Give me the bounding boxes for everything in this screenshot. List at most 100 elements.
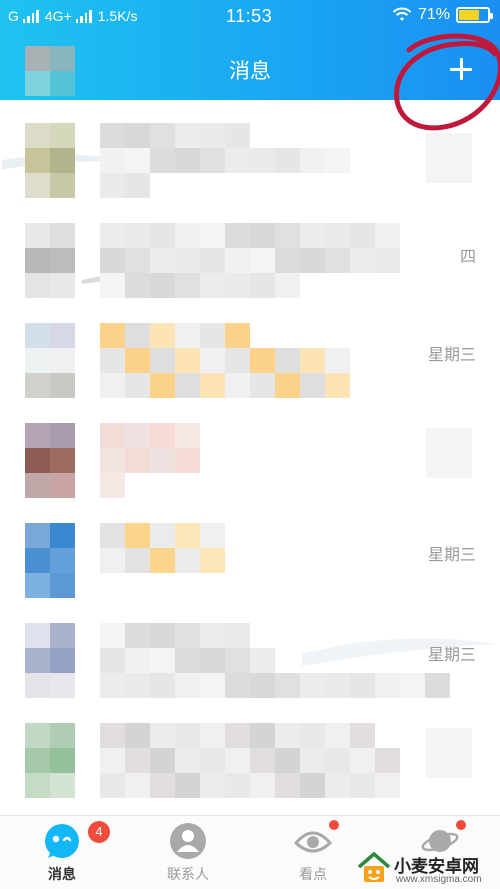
message-time: 四 xyxy=(459,249,476,266)
mosaic-cell xyxy=(150,148,175,173)
mosaic-cell xyxy=(100,473,125,498)
avatar-pixel xyxy=(25,423,50,448)
mosaic-cell xyxy=(325,348,350,373)
blurred-timestamp xyxy=(426,728,472,778)
mosaic-cell xyxy=(125,623,150,648)
mosaic-cell xyxy=(200,648,225,673)
conversation-row[interactable] xyxy=(0,723,500,815)
mosaic-cell xyxy=(350,248,375,273)
mosaic-cell xyxy=(225,623,250,648)
mosaic-cell xyxy=(225,123,250,148)
blurred-text-line xyxy=(100,673,450,698)
mosaic-cell xyxy=(125,323,150,348)
mosaic-cell xyxy=(375,673,400,698)
avatar-pixel xyxy=(25,323,50,348)
mosaic-cell xyxy=(125,673,150,698)
message-list[interactable]: 四星期三 星期三 星期三 xyxy=(0,100,500,815)
mosaic-cell xyxy=(225,648,250,673)
mosaic-cell xyxy=(200,223,225,248)
mosaic-cell xyxy=(300,773,325,798)
conversation-row[interactable]: 星期三 xyxy=(0,523,500,623)
avatar-pixel xyxy=(25,623,50,648)
mosaic-cell xyxy=(175,623,200,648)
mosaic-cell xyxy=(300,748,325,773)
mosaic-cell xyxy=(125,773,150,798)
battery-percent: 71% xyxy=(417,6,450,23)
mosaic-cell xyxy=(225,348,250,373)
mosaic-cell xyxy=(300,223,325,248)
mosaic-cell xyxy=(275,148,300,173)
blurred-text-line xyxy=(100,173,150,198)
battery-level-fill xyxy=(459,10,479,20)
conversation-row[interactable]: 星期三 xyxy=(0,623,500,723)
avatar-pixel xyxy=(25,173,50,198)
avatar-pixel xyxy=(25,223,50,248)
mosaic-cell xyxy=(325,673,350,698)
house-logo-icon xyxy=(357,852,391,882)
mosaic-cell xyxy=(100,748,125,773)
mosaic-cell xyxy=(125,523,150,548)
mosaic-cell xyxy=(300,673,325,698)
tab-contacts[interactable]: 联系人 xyxy=(138,816,238,889)
status-left: G 4G+ 1.5K/s xyxy=(8,8,137,24)
blurred-text-line xyxy=(100,548,225,573)
mosaic-cell xyxy=(100,248,125,273)
mosaic-cell xyxy=(125,148,150,173)
mosaic-cell xyxy=(175,123,200,148)
mosaic-cell xyxy=(175,373,200,398)
blurred-text-line xyxy=(100,773,400,798)
mosaic-cell xyxy=(250,723,275,748)
avatar-pixel xyxy=(25,773,50,798)
mosaic-cell xyxy=(275,348,300,373)
mosaic-cell xyxy=(175,248,200,273)
blurred-text-line xyxy=(100,223,400,248)
mosaic-cell xyxy=(350,673,375,698)
avatar-pixel xyxy=(50,448,75,473)
avatar-pixel xyxy=(50,723,75,748)
mosaic-cell xyxy=(175,523,200,548)
mosaic-cell xyxy=(150,523,175,548)
mosaic-cell xyxy=(175,323,200,348)
mosaic-cell xyxy=(200,773,225,798)
mosaic-cell xyxy=(175,723,200,748)
avatar-pixel xyxy=(25,648,50,673)
blurred-text-line xyxy=(100,123,250,148)
avatar-pixel xyxy=(25,248,50,273)
mosaic-cell xyxy=(100,373,125,398)
mosaic-cell xyxy=(350,223,375,248)
plus-icon[interactable] xyxy=(441,50,481,90)
mosaic-cell xyxy=(325,723,350,748)
mosaic-cell xyxy=(200,273,225,298)
tab-messages[interactable]: 4 消息 xyxy=(12,816,112,889)
mosaic-cell xyxy=(175,548,200,573)
mosaic-cell xyxy=(200,148,225,173)
conversation-row[interactable] xyxy=(0,423,500,523)
avatar-pixel xyxy=(25,523,50,548)
mosaic-cell xyxy=(300,373,325,398)
mosaic-cell xyxy=(125,348,150,373)
mosaic-cell xyxy=(150,323,175,348)
mosaic-cell xyxy=(100,423,125,448)
blurred-text-line xyxy=(100,273,300,298)
battery-icon xyxy=(456,7,493,23)
conversation-row[interactable] xyxy=(0,123,500,223)
tab-discover[interactable]: 看点 xyxy=(263,816,363,889)
avatar-pixel xyxy=(25,348,50,373)
mosaic-cell xyxy=(125,648,150,673)
eye-icon xyxy=(293,831,333,853)
conversation-row[interactable]: 星期三 xyxy=(0,323,500,423)
contacts-icon xyxy=(170,823,206,859)
mosaic-cell xyxy=(200,248,225,273)
mosaic-cell xyxy=(100,123,125,148)
mosaic-cell xyxy=(175,148,200,173)
mosaic-cell xyxy=(250,773,275,798)
avatar-pixel xyxy=(50,373,75,398)
mosaic-cell xyxy=(300,148,325,173)
mosaic-cell xyxy=(325,223,350,248)
mosaic-cell xyxy=(325,373,350,398)
avatar-pixel xyxy=(50,623,75,648)
mosaic-cell xyxy=(150,448,175,473)
avatar xyxy=(25,323,75,398)
conversation-row[interactable]: 四 xyxy=(0,223,500,323)
blurred-text-line xyxy=(100,448,200,473)
